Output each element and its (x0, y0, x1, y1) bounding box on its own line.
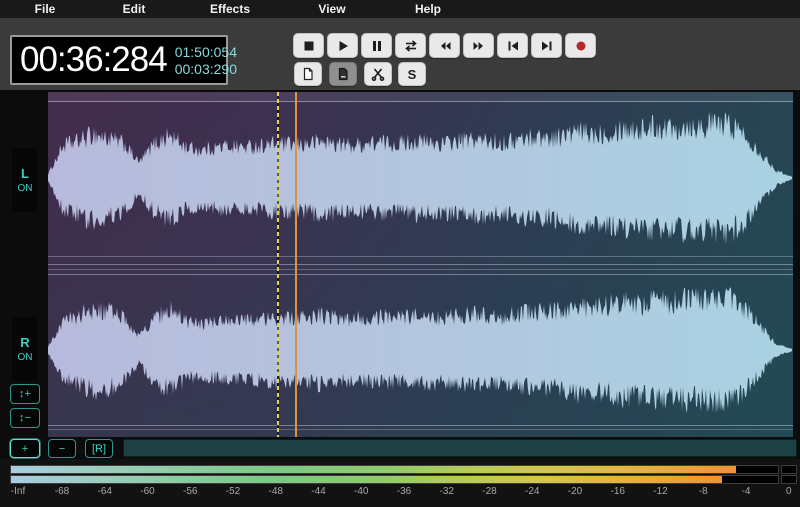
meter-bar-left (10, 465, 779, 474)
menu-edit[interactable]: Edit (90, 2, 178, 16)
pause-button[interactable] (361, 33, 392, 58)
stop-icon (301, 38, 317, 54)
cut-button[interactable] (364, 62, 392, 86)
copy-button[interactable] (294, 62, 322, 86)
meter-tick-label: -36 (397, 486, 411, 497)
paste-icon (335, 66, 351, 82)
meter-scale: -Inf-68-64-60-56-52-48-44-40-36-32-28-24… (0, 486, 800, 500)
meter-tick-label: -8 (699, 486, 708, 497)
right-channel-toggle[interactable]: R ON (12, 317, 38, 381)
meter-fill-left (11, 466, 736, 473)
skip-to-start-button[interactable] (497, 33, 528, 58)
skip-to-end-button[interactable] (531, 33, 562, 58)
loop-icon (403, 38, 419, 54)
total-time: 01:50:054 (175, 45, 237, 59)
right-channel-state: ON (18, 352, 33, 363)
meter-tick-label: -52 (226, 486, 240, 497)
channel-divider (48, 274, 793, 275)
clip-indicator-right (781, 475, 797, 484)
menu-file[interactable]: File (0, 2, 90, 16)
menu-view[interactable]: View (282, 2, 382, 16)
meter-tick-label: -16 (611, 486, 625, 497)
record-button[interactable] (565, 33, 596, 58)
meter-tick-label: -64 (98, 486, 112, 497)
pause-icon (369, 38, 385, 54)
zoom-in-button[interactable]: + (10, 439, 40, 458)
meter-tick-label: -24 (525, 486, 539, 497)
meter-tick-label: -56 (183, 486, 197, 497)
meter-tick-label: -20 (568, 486, 582, 497)
channel-divider (48, 101, 793, 102)
paste-button[interactable] (329, 62, 357, 86)
right-channel-label: R (20, 335, 29, 350)
skip-to-end-icon (539, 38, 555, 54)
play-button[interactable] (327, 33, 358, 58)
toolbar: 00:36:284 01:50:054 00:03:290 (0, 18, 800, 90)
fast-forward-icon (471, 38, 487, 54)
fast-forward-button[interactable] (463, 33, 494, 58)
time-display: 00:36:284 01:50:054 00:03:290 (10, 35, 228, 85)
playback-position-line[interactable] (295, 92, 297, 437)
cut-icon (370, 66, 386, 82)
meter-tick-label: -4 (742, 486, 751, 497)
meter-tick-label: -48 (269, 486, 283, 497)
selection-time: 00:03:290 (175, 62, 237, 76)
current-time: 00:36:284 (20, 40, 167, 80)
left-channel-label: L (21, 166, 29, 181)
left-channel-waveform (48, 112, 792, 245)
loop-button[interactable] (395, 33, 426, 58)
skip-to-start-icon (505, 38, 521, 54)
copy-icon (300, 66, 316, 82)
left-channel-state: ON (18, 183, 33, 194)
channel-divider (48, 429, 793, 430)
selection-cursor-line[interactable] (277, 92, 279, 437)
left-channel-toggle[interactable]: L ON (12, 148, 38, 212)
waveform-scrollbar[interactable] (123, 439, 797, 457)
audio-editor-window: File Edit Effects View Help 00:36:284 01… (0, 0, 800, 507)
meter-tick-label: 0 (786, 486, 792, 497)
clip-indicator-left (781, 465, 797, 474)
solo-button[interactable]: S (398, 62, 426, 86)
channel-divider (48, 425, 793, 426)
meter-tick-label: -68 (55, 486, 69, 497)
rewind-button[interactable] (429, 33, 460, 58)
stop-button[interactable] (293, 33, 324, 58)
channel-divider (48, 256, 793, 257)
meter-bar-right (10, 475, 779, 484)
meter-tick-label: -44 (311, 486, 325, 497)
vertical-zoom-in-button[interactable]: ↕+ (10, 384, 40, 404)
zoom-out-button[interactable]: − (48, 439, 76, 458)
rewind-icon (437, 38, 453, 54)
main-area: L ON R ON ↕+ ↕− + − [R] (0, 90, 800, 459)
meter-tick-label: -28 (482, 486, 496, 497)
meter-tick-label: -Inf (11, 486, 25, 497)
level-meter: -Inf-68-64-60-56-52-48-44-40-36-32-28-24… (0, 459, 800, 507)
meter-tick-label: -60 (140, 486, 154, 497)
meter-tick-label: -32 (440, 486, 454, 497)
play-icon (335, 38, 351, 54)
right-channel-waveform (48, 288, 792, 414)
channel-divider (48, 264, 793, 265)
menu-bar: File Edit Effects View Help (0, 0, 800, 18)
solo-button-label: S (408, 67, 417, 82)
meter-tick-label: -40 (354, 486, 368, 497)
meter-tick-label: -12 (653, 486, 667, 497)
zoom-reset-button[interactable]: [R] (85, 439, 113, 458)
menu-help[interactable]: Help (382, 2, 474, 16)
meter-fill-right (11, 476, 722, 483)
record-icon (573, 38, 589, 54)
waveform-view[interactable] (48, 92, 793, 437)
vertical-zoom-out-button[interactable]: ↕− (10, 408, 40, 428)
menu-effects[interactable]: Effects (178, 2, 282, 16)
channel-divider (48, 269, 793, 270)
